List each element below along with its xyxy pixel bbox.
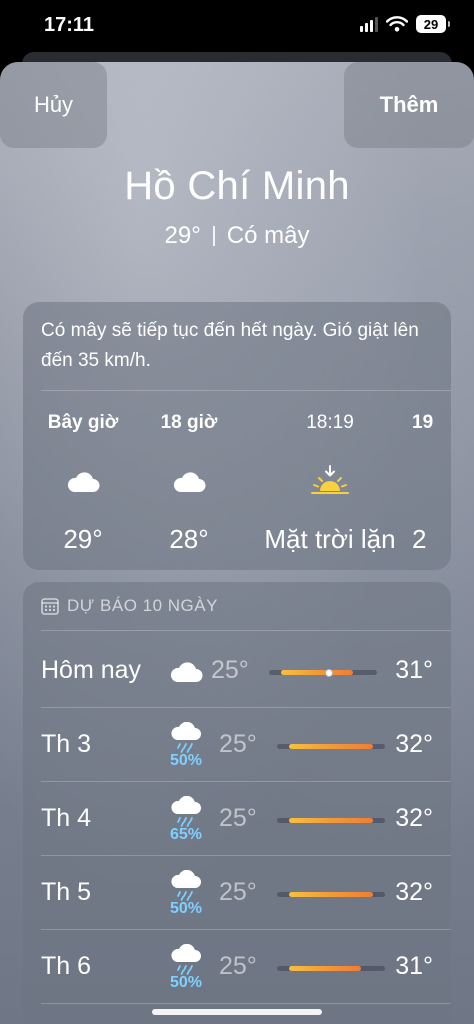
day-weather <box>161 642 211 702</box>
hour-temperature: 28° <box>169 524 209 554</box>
precipitation-chance: 50% <box>169 974 203 991</box>
current-condition: Có mây <box>226 222 310 249</box>
sunset-icon <box>311 465 349 494</box>
hour-item: Bây giờ 29° <box>23 412 143 555</box>
cloud-rain-icon <box>171 796 201 827</box>
day-row[interactable]: Th 3 50% 25° 32° <box>23 708 451 782</box>
high-temperature: 31° <box>395 656 433 684</box>
hour-temperature: 2 <box>412 524 427 554</box>
current-temperature: 29° <box>164 222 201 249</box>
status-time: 17:11 <box>44 14 95 36</box>
precipitation-chance: 65% <box>169 826 203 843</box>
cloud-icon <box>170 662 203 682</box>
hourly-forecast-card[interactable]: Có mây sẽ tiếp tục đến hết ngày. Gió giậ… <box>23 302 451 570</box>
low-temperature: 25° <box>219 730 257 758</box>
precipitation-chance: 50% <box>169 752 203 769</box>
cloud-icon <box>173 472 206 492</box>
day-name: Th 5 <box>41 878 92 906</box>
forecast-summary: Có mây sẽ tiếp tục đến hết ngày. Gió giậ… <box>41 320 419 371</box>
temperature-range-bar <box>277 744 385 749</box>
high-temperature: 32° <box>395 730 433 758</box>
cloud-rain-icon <box>171 722 201 753</box>
day-weather: 65% <box>161 790 211 850</box>
low-temperature: 25° <box>219 804 257 832</box>
precipitation-chance: 50% <box>169 900 203 917</box>
day-row[interactable]: Th 6 50% 25° 31° <box>23 930 451 1004</box>
day-row[interactable]: Hôm nay 25° 31° <box>23 634 451 708</box>
hour-item: 18:19 Mặt trời lặn <box>245 412 415 555</box>
cellular-signal-icon <box>360 16 378 32</box>
day-weather: 50% <box>161 716 211 776</box>
day-name: Th 6 <box>41 952 92 980</box>
temperature-range-fill <box>289 818 373 823</box>
temperature-range-bar <box>277 892 385 897</box>
divider <box>41 390 451 391</box>
day-name: Th 4 <box>41 804 92 832</box>
daily-forecast-title: DỰ BÁO 10 NGÀY <box>67 596 218 615</box>
cancel-button[interactable]: Hủy <box>0 62 107 148</box>
hour-label: 19 <box>412 412 434 433</box>
city-name: Hồ Chí Minh <box>124 164 350 208</box>
hour-label: Bây giờ <box>47 412 119 433</box>
cloud-rain-icon <box>171 944 201 975</box>
low-temperature: 25° <box>219 878 257 906</box>
hour-label: 18:19 <box>306 412 354 433</box>
low-temperature: 25° <box>219 952 257 980</box>
high-temperature: 32° <box>395 804 433 832</box>
temperature-range-bar <box>269 668 377 677</box>
hour-label: 18 giờ <box>160 412 218 433</box>
current-conditions: 29° Có mây <box>0 222 474 250</box>
temperature-range-fill <box>289 966 361 971</box>
day-weather: 50% <box>161 938 211 998</box>
hour-item: 18 giờ 28° <box>129 412 249 555</box>
add-button[interactable]: Thêm <box>344 62 474 148</box>
high-temperature: 32° <box>395 878 433 906</box>
hour-temperature: 29° <box>63 524 103 554</box>
day-row[interactable]: Th 5 50% 25° 32° <box>23 856 451 930</box>
row-divider <box>41 1003 451 1004</box>
divider <box>41 630 451 631</box>
day-weather: 50% <box>161 864 211 924</box>
status-icons: 29 <box>360 15 450 33</box>
wifi-icon <box>386 16 408 32</box>
daily-forecast-card[interactable]: DỰ BÁO 10 NGÀY Hôm nay 25° 31° Th 3 50% 25° 32… <box>23 582 451 1024</box>
day-name: Hôm nay <box>41 656 142 684</box>
temperature-range-fill <box>289 892 373 897</box>
calendar-icon <box>41 598 59 615</box>
separator <box>212 226 215 246</box>
temperature-range-bar <box>277 818 385 823</box>
day-row[interactable]: Th 4 65% 25° 32° <box>23 782 451 856</box>
cloud-icon <box>67 472 100 492</box>
day-name: Th 3 <box>41 730 92 758</box>
temperature-range-fill <box>289 744 373 749</box>
daily-forecast-header: DỰ BÁO 10 NGÀY <box>41 596 218 616</box>
battery-indicator: 29 <box>416 15 450 33</box>
hour-temperature: Mặt trời lặn <box>264 524 396 554</box>
current-temperature-dot <box>325 668 333 677</box>
temperature-range-bar <box>277 966 385 971</box>
hour-item: 19 2 <box>412 412 451 555</box>
home-indicator[interactable] <box>152 1009 322 1015</box>
low-temperature: 25° <box>211 656 249 684</box>
status-bar: 17:11 29 <box>0 0 474 52</box>
high-temperature: 31° <box>395 952 433 980</box>
cloud-rain-icon <box>171 870 201 901</box>
temperature-range-fill <box>281 670 353 675</box>
weather-preview-sheet: Hủy Thêm Hồ Chí Minh 29° Có mây Có mây s… <box>0 62 474 1024</box>
